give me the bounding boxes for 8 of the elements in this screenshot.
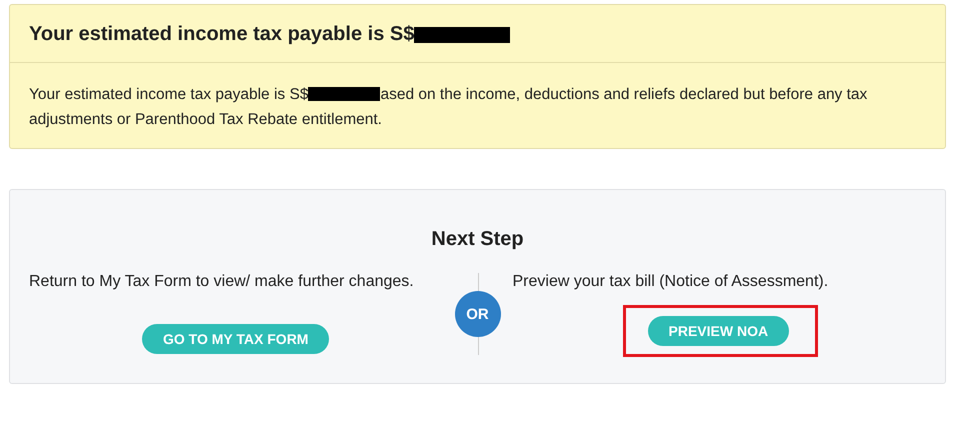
estimate-heading: Your estimated income tax payable is S$ <box>29 23 414 46</box>
option-text: Return to My Tax Form to view/ make further changes. <box>29 273 414 291</box>
estimate-description: Your estimated income tax payable is S$ ased on the income, deductions and reliefs declared but before any tax adjustments or Parenthood Tax Rebate entitlement. <box>29 85 868 130</box>
next-step-title: Next Step <box>430 228 525 251</box>
action-button[interactable]: PREVIEW NOA <box>648 316 790 346</box>
option-text: Preview your tax bill (Notice of Assessment). <box>512 273 828 291</box>
or-badge: OR <box>454 291 500 337</box>
action-button[interactable]: GO TO MY TAX FORM <box>142 324 330 354</box>
